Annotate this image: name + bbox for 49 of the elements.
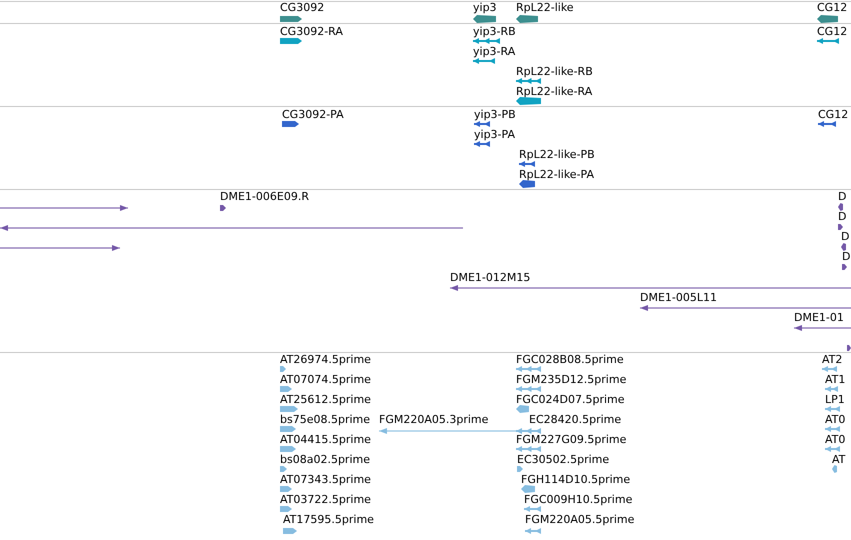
feature-label: CG3092-PA <box>282 108 344 122</box>
feature-label: bs75e08.5prime <box>280 413 370 427</box>
feature-label: CG3092-RA <box>280 25 343 39</box>
feature-label: AT04415.5prime <box>280 433 371 447</box>
feature-label: bs08a02.5prime <box>280 453 370 467</box>
feature-label: AT0 <box>825 433 846 447</box>
feature-label: yip3-PA <box>474 128 515 142</box>
feature-label: AT2 <box>822 353 842 367</box>
feature-label: LP1 <box>825 393 845 407</box>
feature-label: RpL22-like-PA <box>519 168 594 182</box>
feature-label: RpL22-like-RB <box>516 65 593 79</box>
feature-label: DME1-012M15 <box>450 271 530 285</box>
feature-label: RpL22-like-PB <box>519 148 595 162</box>
feature-label: FGM220A05.5prime <box>525 513 634 527</box>
feature-label: AT07074.5prime <box>280 373 371 387</box>
feature-label: yip3-RB <box>473 25 516 39</box>
feature-label: AT1 <box>825 373 846 387</box>
feature-label: DME1-005L11 <box>640 291 717 305</box>
feature-label: D <box>841 230 850 244</box>
feature-label: FGM220A05.3prime <box>379 413 488 427</box>
feature-label: AT07343.5prime <box>280 473 371 487</box>
feature-label: AT17595.5prime <box>283 513 374 527</box>
feature-label: FGM235D12.5prime <box>516 373 626 387</box>
feature-label: D <box>838 190 846 204</box>
feature-label: EC28420.5prime <box>529 413 622 427</box>
feature-label: CG12 <box>817 1 848 15</box>
feature-label: DME1-006E09.R <box>220 190 309 204</box>
feature-label: FGC028B08.5prime <box>516 353 624 367</box>
feature-label: FGC009H10.5prime <box>524 493 632 507</box>
feature-label: CG12 <box>817 25 848 39</box>
feature-label: AT <box>832 453 846 467</box>
feature-label: D <box>842 250 850 264</box>
feature-label: D <box>838 210 846 224</box>
feature-label: AT0 <box>825 413 846 427</box>
feature-label: yip3-RA <box>473 45 516 59</box>
feature-label: FGH114D10.5prime <box>521 473 630 487</box>
feature-label: EC30502.5prime <box>517 453 610 467</box>
feature-label: CG3092 <box>280 1 324 15</box>
feature-label: AT25612.5prime <box>280 393 371 407</box>
feature-label: AT03722.5prime <box>280 493 371 507</box>
feature-label: CG12 <box>818 108 848 122</box>
feature-label: yip3-PB <box>474 108 516 122</box>
feature-label: FGM227G09.5prime <box>516 433 626 447</box>
feature-label: FGC024D07.5prime <box>516 393 625 407</box>
feature-label: RpL22-like-RA <box>516 85 592 99</box>
feature-label: yip3 <box>473 1 497 15</box>
feature-label: AT26974.5prime <box>280 353 371 367</box>
feature-label: DME1-01 <box>794 311 844 325</box>
feature-label: RpL22-like <box>516 1 574 15</box>
